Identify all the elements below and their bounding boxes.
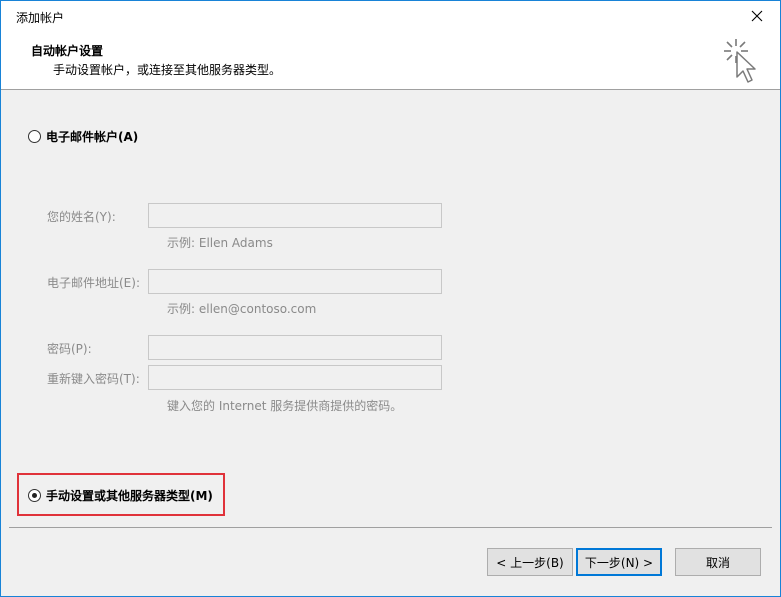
header-subtitle: 手动设置帐户，或连接至其他服务器类型。 [53,63,282,77]
password-confirm-label: 重新键入密码(T): [47,372,140,386]
name-hint: 示例: Ellen Adams [167,236,273,250]
email-account-radio[interactable] [28,130,41,143]
manual-setup-label: 手动设置或其他服务器类型(M) [46,489,213,503]
add-account-dialog: 添加帐户 自动帐户设置 手动设置帐户，或连接至其他服务器类型。 电子邮件帐户(A… [0,0,781,597]
email-label: 电子邮件地址(E): [47,276,140,290]
cancel-button[interactable]: 取消 [675,548,761,576]
name-label: 您的姓名(Y): [47,210,116,224]
next-button[interactable]: 下一步(N) > [576,548,662,576]
title-bar: 添加帐户 [1,1,780,31]
close-icon [751,10,763,22]
close-button[interactable] [734,1,780,31]
password-label: 密码(P): [47,342,92,356]
password-confirm-input[interactable] [148,365,442,390]
wizard-cursor-icon [724,39,756,83]
email-account-label: 电子邮件帐户(A) [46,130,139,144]
name-input[interactable] [148,203,442,228]
email-hint: 示例: ellen@contoso.com [167,302,317,316]
password-input[interactable] [148,335,442,360]
password-hint: 键入您的 Internet 服务提供商提供的密码。 [167,399,403,413]
manual-setup-radio[interactable] [28,489,41,502]
back-button[interactable]: < 上一步(B) [487,548,573,576]
email-input[interactable] [148,269,442,294]
header-title: 自动帐户设置 [31,44,104,58]
window-title: 添加帐户 [16,11,65,25]
wizard-content: 电子邮件帐户(A) 您的姓名(Y): 示例: Ellen Adams 电子邮件地… [9,91,772,528]
email-account-option[interactable]: 电子邮件帐户(A) [28,128,138,145]
manual-setup-option[interactable]: 手动设置或其他服务器类型(M) [28,487,213,504]
wizard-header: 自动帐户设置 手动设置帐户，或连接至其他服务器类型。 [1,31,780,90]
